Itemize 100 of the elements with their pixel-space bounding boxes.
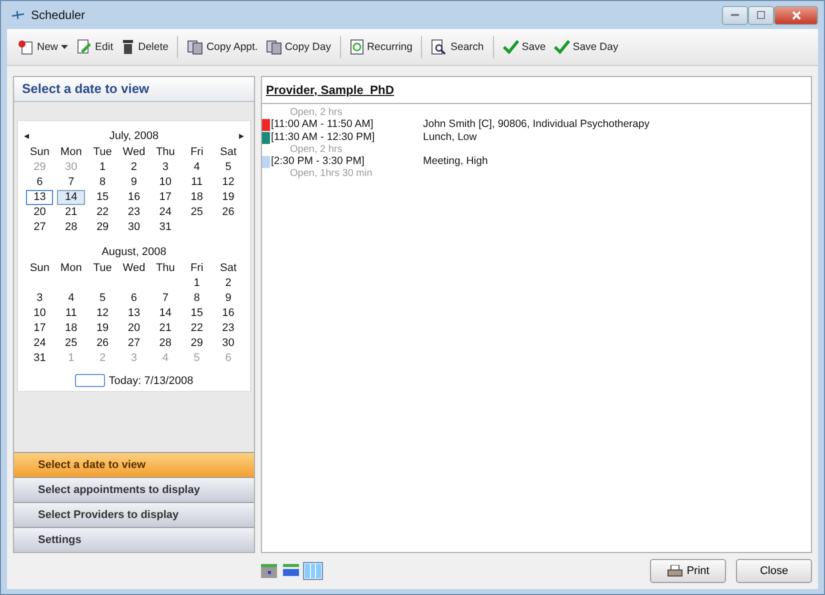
maximize-button[interactable] [748, 6, 774, 24]
navigation-item[interactable]: Settings [14, 527, 254, 552]
copy-icon [187, 39, 204, 55]
toolbar-button[interactable]: Edit [73, 37, 116, 57]
calendar-day[interactable]: 15 [183, 306, 211, 321]
weekday-label: Wed [122, 145, 146, 160]
weekday-label: Mon [59, 261, 83, 276]
calendar-day[interactable]: 14 [57, 190, 85, 205]
calendar-day[interactable]: 11 [57, 306, 85, 321]
calendar-day[interactable]: 21 [57, 205, 85, 220]
calendar-day[interactable]: 25 [57, 336, 85, 351]
calendar-day[interactable]: 8 [88, 175, 116, 190]
calendar-day[interactable]: 20 [26, 205, 54, 220]
calendar-day[interactable]: 5 [88, 291, 116, 306]
view-button[interactable] [303, 562, 323, 580]
calendar-day[interactable]: 13 [120, 306, 148, 321]
calendar-day[interactable]: 4 [183, 160, 211, 175]
calendar-day[interactable]: 28 [57, 220, 85, 235]
calendar-day[interactable]: 17 [26, 321, 54, 336]
calendar-day[interactable]: 18 [183, 190, 211, 205]
calendar-day[interactable]: 30 [120, 220, 148, 235]
calendar-day[interactable]: 27 [120, 336, 148, 351]
calendar-day[interactable]: 16 [214, 306, 242, 321]
previous-month-button[interactable]: ◂ [24, 130, 29, 142]
today-link[interactable]: Today: 7/13/2008 [108, 374, 194, 386]
calendar-day[interactable]: 4 [57, 291, 85, 306]
toolbar-button[interactable]: Copy Day [262, 37, 334, 57]
calendar-day[interactable]: 15 [88, 190, 116, 205]
calendar-day[interactable]: 6 [120, 291, 148, 306]
appointment-time[interactable]: [2:30 PM - 3:30 PM] [270, 155, 423, 168]
toolbar-button[interactable]: Save Day [550, 38, 622, 56]
calendar-day[interactable]: 25 [183, 205, 211, 220]
navigation-item[interactable]: Select Providers to display [14, 502, 254, 527]
minimize-button[interactable] [722, 6, 748, 24]
calendar-day[interactable]: 19 [88, 321, 116, 336]
navigation-item[interactable]: Select appointments to display [14, 477, 254, 502]
calendar-day[interactable]: 1 [183, 276, 211, 291]
calendar-day[interactable]: 16 [120, 190, 148, 205]
calendar-day[interactable]: 17 [152, 190, 180, 205]
appointment-description[interactable]: Meeting, High [423, 155, 488, 168]
calendar-day[interactable]: 23 [120, 205, 148, 220]
appointment-time[interactable]: [11:30 AM - 12:30 PM] [270, 131, 423, 144]
provider-name[interactable]: Provider, Sample PhD [266, 83, 394, 97]
calendar-day[interactable]: 9 [120, 175, 148, 190]
calendar-day[interactable]: 10 [152, 175, 180, 190]
calendar-day[interactable]: 26 [214, 205, 242, 220]
calendar-day[interactable]: 21 [152, 321, 180, 336]
calendar-day[interactable]: 23 [214, 321, 242, 336]
calendar-day[interactable]: 6 [26, 175, 54, 190]
calendar-day[interactable]: 9 [214, 291, 242, 306]
calendar-day[interactable]: 26 [88, 336, 116, 351]
weekday-label: Tue [92, 145, 113, 160]
calendar-day[interactable]: 2 [120, 160, 148, 175]
calendar-day[interactable]: 31 [152, 220, 180, 235]
calendar-day[interactable]: 30 [214, 336, 242, 351]
weekday-label: Sun [28, 145, 50, 160]
calendar-day[interactable]: 28 [152, 336, 180, 351]
calendar-day[interactable]: 22 [88, 205, 116, 220]
calendar-day[interactable]: 18 [57, 321, 85, 336]
calendar-day[interactable]: 29 [88, 220, 116, 235]
columns-view-icon [305, 564, 321, 578]
calendar-day[interactable]: 20 [120, 321, 148, 336]
calendar-day[interactable]: 7 [57, 175, 85, 190]
close-button[interactable] [774, 6, 818, 24]
close-icon [792, 10, 800, 20]
calendar-day[interactable]: 8 [183, 291, 211, 306]
calendar-day[interactable]: 12 [214, 175, 242, 190]
calendar-day[interactable]: 1 [88, 160, 116, 175]
calendar-day[interactable]: 7 [152, 291, 180, 306]
toolbar-button[interactable]: Save [500, 38, 549, 56]
calendar-day[interactable]: 29 [183, 336, 211, 351]
footer-button[interactable]: Print [650, 559, 726, 583]
calendar-day[interactable]: 19 [214, 190, 242, 205]
view-button[interactable] [259, 562, 279, 580]
calendar-day[interactable]: 22 [183, 321, 211, 336]
next-month-button[interactable]: ▸ [239, 130, 244, 142]
toolbar-button[interactable]: Search [428, 37, 487, 57]
calendar-day[interactable]: 2 [214, 276, 242, 291]
calendar-day[interactable]: 24 [152, 205, 180, 220]
calendar-day[interactable]: 3 [26, 291, 54, 306]
toolbar-button[interactable]: Copy Appt. [184, 37, 261, 57]
calendar-day[interactable]: 12 [88, 306, 116, 321]
weekday-label: Wed [122, 261, 146, 276]
calendar-day[interactable]: 3 [152, 160, 180, 175]
appointment-description[interactable]: John Smith [C], 90806, Individual Psychotherapy [423, 118, 650, 131]
appointment-time[interactable]: [11:00 AM - 11:50 AM] [270, 118, 423, 131]
calendar-day[interactable]: 11 [183, 175, 211, 190]
toolbar-button[interactable]: Delete [118, 37, 172, 57]
navigation-item[interactable]: Select a date to view [14, 452, 254, 477]
calendar-day[interactable]: 5 [214, 160, 242, 175]
calendar-day[interactable]: 14 [152, 306, 180, 321]
calendar-day[interactable]: 13 [26, 190, 54, 205]
toolbar-button[interactable]: Recurring [346, 37, 416, 57]
calendar-day[interactable]: 24 [26, 336, 54, 351]
appointment-description[interactable]: Lunch, Low [423, 131, 477, 144]
calendar-day[interactable]: 31 [26, 351, 54, 366]
calendar-day[interactable]: 27 [26, 220, 54, 235]
toolbar-button[interactable]: New [15, 37, 72, 57]
calendar-day[interactable]: 10 [26, 306, 54, 321]
footer-button[interactable]: Close [736, 559, 812, 583]
